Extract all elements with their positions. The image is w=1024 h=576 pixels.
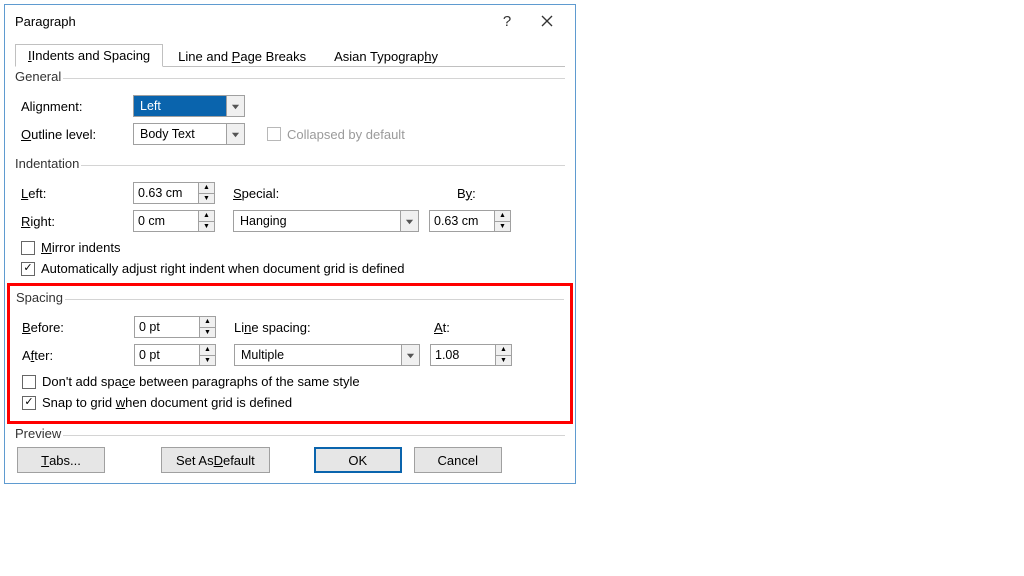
paragraph-dialog: Paragraph ? IIndents and Spacing Line an… bbox=[4, 4, 576, 484]
group-spacing: Spacing Before: 0 pt ▲▼ Line spacing: At… bbox=[16, 290, 564, 417]
snap-grid-checkbox[interactable]: ✓Snap to grid when document grid is defi… bbox=[22, 395, 292, 410]
line-spacing-label: Line spacing: bbox=[216, 320, 328, 335]
after-label: After: bbox=[22, 348, 134, 363]
tabs-button[interactable]: Tabs... bbox=[17, 447, 105, 473]
by-label: By: bbox=[457, 186, 476, 201]
indent-right-label: Right: bbox=[21, 214, 133, 229]
chevron-down-icon bbox=[400, 211, 418, 231]
group-title-general: General bbox=[15, 69, 63, 84]
outline-level-dropdown[interactable]: Body Text bbox=[133, 123, 245, 145]
dialog-body: IIndents and Spacing Line and Page Break… bbox=[5, 37, 575, 483]
help-button[interactable]: ? bbox=[487, 7, 527, 35]
mirror-indents-label: Mirror indents bbox=[41, 240, 120, 255]
auto-adjust-label: Automatically adjust right indent when d… bbox=[41, 261, 405, 276]
special-dropdown[interactable]: Hanging bbox=[233, 210, 419, 232]
before-label: Before: bbox=[22, 320, 134, 335]
auto-adjust-checkbox[interactable]: ✓Automatically adjust right indent when … bbox=[21, 261, 405, 276]
after-spinner[interactable]: 0 pt ▲▼ bbox=[134, 344, 216, 366]
group-general: General Alignment: Left Outline level: B… bbox=[15, 69, 565, 154]
group-indentation: Indentation Left: 0.63 cm ▲▼ Special: By… bbox=[15, 156, 565, 283]
cancel-button[interactable]: Cancel bbox=[414, 447, 502, 473]
by-spinner[interactable]: 0.63 cm ▲▼ bbox=[429, 210, 511, 232]
button-row: Tabs... Set As Default OK Cancel bbox=[15, 441, 565, 475]
title-bar: Paragraph ? bbox=[5, 5, 575, 37]
chevron-down-icon bbox=[226, 96, 244, 116]
group-preview: Preview bbox=[15, 426, 565, 441]
ok-button[interactable]: OK bbox=[314, 447, 402, 473]
group-title-indentation: Indentation bbox=[15, 156, 81, 171]
close-button[interactable] bbox=[527, 7, 567, 35]
no-space-label: Don't add space between paragraphs of th… bbox=[42, 374, 360, 389]
set-as-default-button[interactable]: Set As Default bbox=[161, 447, 270, 473]
tab-indents-spacing[interactable]: IIndents and Spacing bbox=[15, 44, 163, 67]
indent-left-label: Left: bbox=[21, 186, 133, 201]
chevron-down-icon bbox=[226, 124, 244, 144]
group-title-spacing: Spacing bbox=[16, 290, 65, 305]
checkbox-icon bbox=[267, 127, 281, 141]
mirror-indents-checkbox[interactable]: Mirror indents bbox=[21, 240, 120, 255]
alignment-dropdown[interactable]: Left bbox=[133, 95, 245, 117]
snap-grid-label: Snap to grid when document grid is defin… bbox=[42, 395, 292, 410]
special-label: Special: bbox=[215, 186, 327, 201]
collapsed-checkbox: Collapsed by default bbox=[267, 127, 405, 142]
line-spacing-dropdown[interactable]: Multiple bbox=[234, 344, 420, 366]
outline-level-label: Outline level: bbox=[21, 127, 133, 142]
group-title-preview: Preview bbox=[15, 426, 63, 441]
chevron-down-icon bbox=[401, 345, 419, 365]
alignment-label: Alignment: bbox=[21, 99, 133, 114]
no-space-checkbox[interactable]: Don't add space between paragraphs of th… bbox=[22, 374, 360, 389]
close-icon bbox=[541, 15, 553, 27]
spacing-highlight-frame: Spacing Before: 0 pt ▲▼ Line spacing: At… bbox=[7, 283, 573, 424]
at-spinner[interactable]: 1.08 ▲▼ bbox=[430, 344, 512, 366]
indent-left-spinner[interactable]: 0.63 cm ▲▼ bbox=[133, 182, 215, 204]
indent-right-spinner[interactable]: 0 cm ▲▼ bbox=[133, 210, 215, 232]
tab-strip: IIndents and Spacing Line and Page Break… bbox=[15, 43, 565, 67]
at-label: At: bbox=[434, 320, 450, 335]
dialog-title: Paragraph bbox=[15, 14, 487, 29]
tab-line-page-breaks[interactable]: Line and Page Breaks bbox=[165, 45, 319, 67]
before-spinner[interactable]: 0 pt ▲▼ bbox=[134, 316, 216, 338]
tab-asian-typography[interactable]: Asian Typography bbox=[321, 45, 451, 67]
